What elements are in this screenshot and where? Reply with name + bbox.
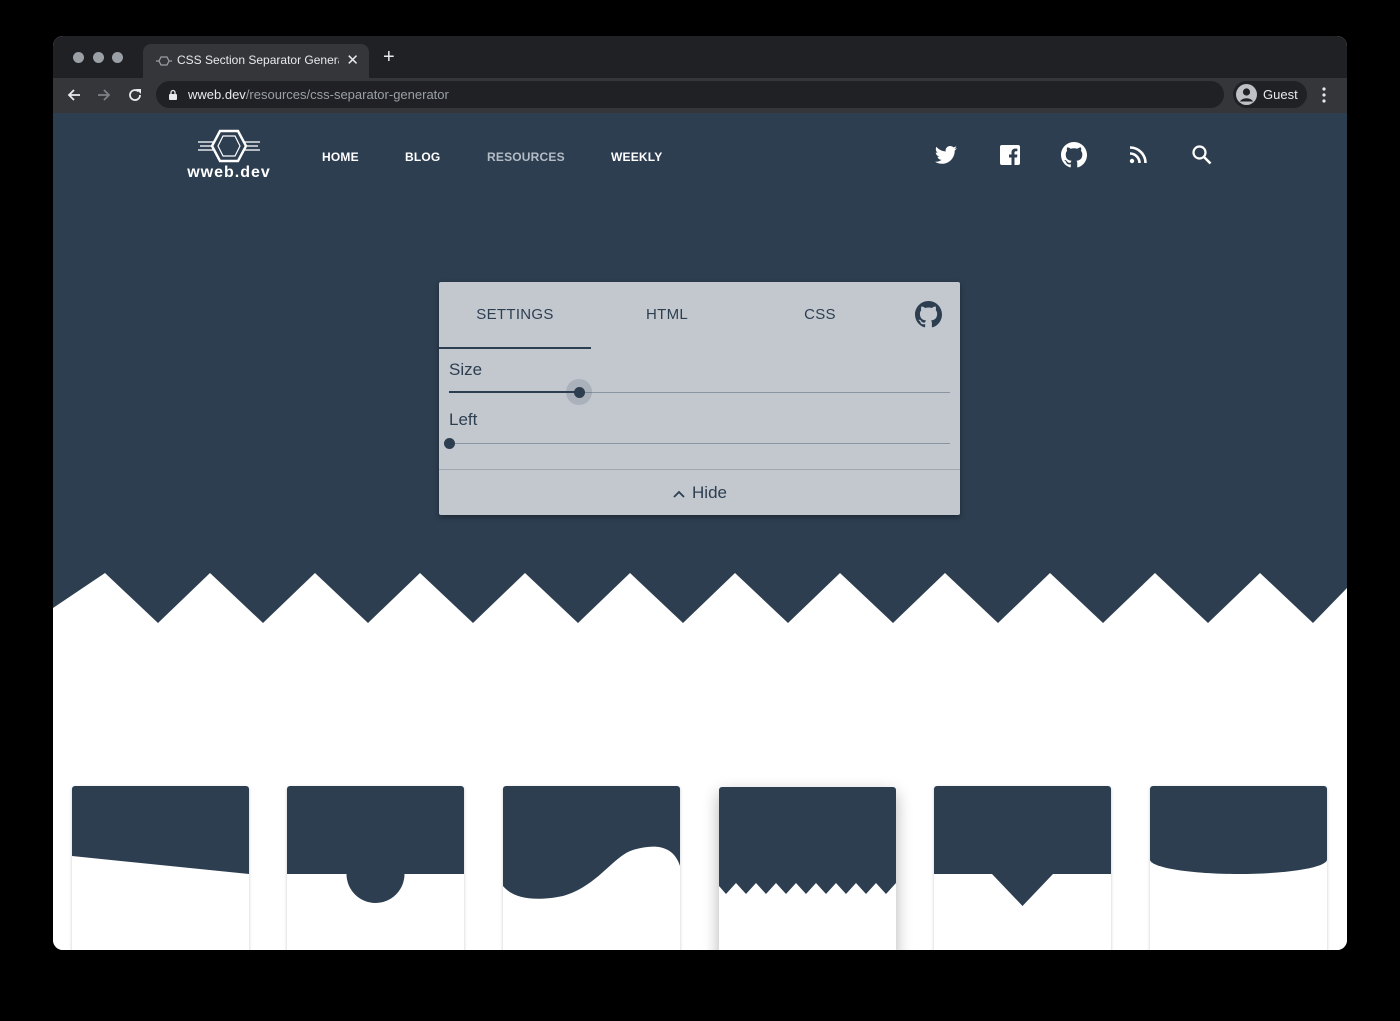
hide-label: Hide [692, 483, 727, 502]
new-tab-icon[interactable]: + [383, 47, 395, 67]
zigzag-shape [719, 787, 896, 894]
site-logo-text[interactable]: wweb.dev [181, 164, 277, 182]
reload-icon[interactable] [125, 85, 145, 105]
url-path: /resources/css-separator-generator [245, 87, 449, 102]
browser-menu-icon[interactable] [1320, 86, 1328, 104]
chevron-up-icon [673, 490, 685, 498]
wweb-favicon-icon [156, 56, 172, 66]
nav-weekly[interactable]: WEEKLY [611, 150, 662, 164]
forward-arrow-icon[interactable] [94, 85, 114, 105]
nav-home[interactable]: HOME [322, 150, 359, 164]
nav-blog[interactable]: BLOG [405, 150, 440, 164]
back-arrow-icon[interactable] [64, 85, 84, 105]
tab-css[interactable]: CSS [744, 282, 896, 348]
window-maximize-button[interactable] [112, 52, 123, 63]
window-close-button[interactable] [73, 52, 84, 63]
size-slider[interactable] [449, 379, 950, 405]
circle-shape [287, 786, 464, 903]
curve-shape [1150, 786, 1327, 874]
tab-title: CSS Section Separator Generator [177, 53, 339, 67]
facebook-icon[interactable] [998, 143, 1022, 167]
triangle-shape [934, 786, 1111, 906]
wave-shape [503, 786, 680, 899]
slant-shape [72, 786, 249, 874]
tab-settings[interactable]: SETTINGS [439, 282, 591, 348]
left-slider-label: Left [449, 410, 478, 429]
separator-option-wave[interactable] [503, 786, 680, 950]
url-text: wweb.dev/resources/css-separator-generat… [188, 87, 449, 102]
rss-icon[interactable] [1126, 143, 1150, 167]
zigzag-separator [53, 573, 1347, 628]
separator-option-triangle[interactable] [934, 786, 1111, 950]
url-host: wweb.dev [188, 87, 246, 102]
separator-option-slant[interactable] [72, 786, 249, 950]
page-content: wweb.dev HOME BLOG RESOURCES WEEKLY SETT… [53, 113, 1347, 950]
profile-button[interactable]: Guest [1233, 81, 1307, 108]
separator-option-circle[interactable] [287, 786, 464, 950]
browser-toolbar: wweb.dev/resources/css-separator-generat… [53, 78, 1347, 113]
lock-icon [169, 89, 177, 100]
twitter-icon[interactable] [934, 143, 958, 167]
size-slider-label: Size [449, 360, 483, 379]
left-slider[interactable] [443, 437, 950, 449]
generator-settings-panel: SETTINGS HTML CSS Size Left Hide [439, 282, 960, 515]
tab-close-icon[interactable]: ✕ [346, 51, 359, 69]
profile-avatar-icon [1236, 84, 1257, 105]
tab-active-indicator [439, 347, 591, 349]
profile-label: Guest [1263, 87, 1298, 102]
browser-tab[interactable]: CSS Section Separator Generator ✕ [143, 44, 369, 78]
hero-section: wweb.dev HOME BLOG RESOURCES WEEKLY SETT… [53, 113, 1347, 628]
nav-resources[interactable]: RESOURCES [487, 150, 565, 164]
github-icon[interactable] [1061, 142, 1087, 168]
tab-html[interactable]: HTML [591, 282, 743, 348]
left-slider-thumb[interactable] [443, 437, 455, 449]
browser-titlebar: CSS Section Separator Generator ✕ + [53, 36, 1347, 78]
hide-panel-button[interactable]: Hide [439, 470, 960, 515]
size-slider-fill [449, 391, 580, 393]
browser-window: CSS Section Separator Generator ✕ + wweb… [53, 36, 1347, 950]
github-icon[interactable] [915, 301, 942, 328]
address-bar[interactable]: wweb.dev/resources/css-separator-generat… [156, 81, 1224, 108]
size-slider-thumb[interactable] [573, 386, 585, 398]
search-icon[interactable] [1190, 143, 1214, 167]
separator-option-zigzag[interactable] [719, 787, 896, 950]
window-minimize-button[interactable] [93, 52, 104, 63]
wweb-logo-icon[interactable] [198, 125, 260, 167]
separator-option-curve[interactable] [1150, 786, 1327, 950]
